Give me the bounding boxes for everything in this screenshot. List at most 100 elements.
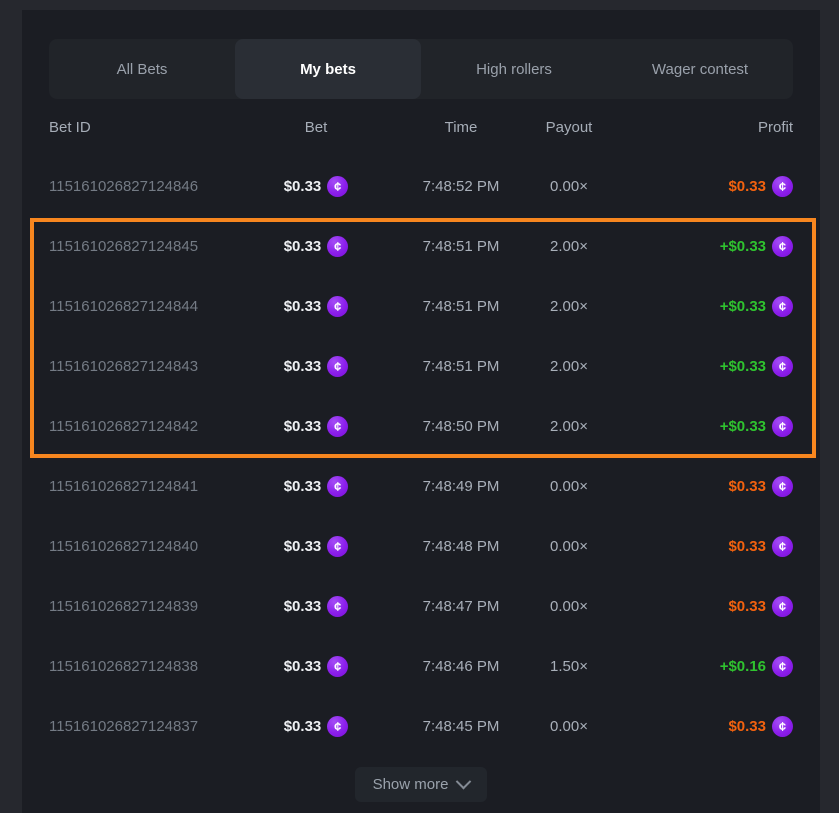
coin-cent-icon: ¢ [327, 416, 348, 437]
table-row[interactable]: 115161026827124839 $0.33 ¢ 7:48:47 PM 0.… [49, 576, 793, 636]
table-row[interactable]: 115161026827124843 $0.33 ¢ 7:48:51 PM 2.… [49, 336, 793, 396]
bet-amount: $0.33 [284, 478, 322, 495]
table-row[interactable]: 115161026827124844 $0.33 ¢ 7:48:51 PM 2.… [49, 276, 793, 336]
bet-id: 115161026827124837 [49, 718, 249, 735]
bet-amount-cell: $0.33 ¢ [249, 536, 383, 557]
bet-id: 115161026827124840 [49, 538, 249, 555]
bet-amount-cell: $0.33 ¢ [249, 236, 383, 257]
header-bet: Bet [249, 119, 383, 136]
bet-time: 7:48:46 PM [383, 658, 539, 675]
header-time: Time [383, 119, 539, 136]
table-row[interactable]: 115161026827124837 $0.33 ¢ 7:48:45 PM 0.… [49, 696, 793, 756]
coin-cent-icon: ¢ [772, 296, 793, 317]
bet-time: 7:48:50 PM [383, 418, 539, 435]
show-more-label: Show more [373, 776, 449, 793]
bet-amount: $0.33 [284, 178, 322, 195]
bet-time: 7:48:51 PM [383, 358, 539, 375]
bet-amount-cell: $0.33 ¢ [249, 416, 383, 437]
bet-profit-cell: $0.33 ¢ [599, 536, 793, 557]
bet-profit: $0.33 [728, 718, 766, 735]
bet-amount-cell: $0.33 ¢ [249, 656, 383, 677]
bet-amount-cell: $0.33 ¢ [249, 716, 383, 737]
bet-profit: +$0.33 [720, 298, 766, 315]
bet-amount: $0.33 [284, 418, 322, 435]
bet-profit-cell: +$0.16 ¢ [599, 656, 793, 677]
coin-cent-icon: ¢ [327, 356, 348, 377]
bet-amount: $0.33 [284, 238, 322, 255]
bets-panel: All Bets My bets High rollers Wager cont… [22, 10, 820, 813]
bet-profit-cell: +$0.33 ¢ [599, 236, 793, 257]
bet-profit: $0.33 [728, 478, 766, 495]
bet-time: 7:48:47 PM [383, 598, 539, 615]
bet-profit: $0.33 [728, 538, 766, 555]
table-body: 115161026827124846 $0.33 ¢ 7:48:52 PM 0.… [49, 156, 793, 756]
bet-payout: 2.00× [539, 358, 599, 375]
bet-payout: 0.00× [539, 718, 599, 735]
bet-id: 115161026827124846 [49, 178, 249, 195]
show-more-button[interactable]: Show more [355, 767, 488, 802]
show-more-container: Show more [49, 767, 793, 802]
bet-profit: +$0.33 [720, 238, 766, 255]
coin-cent-icon: ¢ [772, 176, 793, 197]
header-bet-id: Bet ID [49, 119, 249, 136]
bet-id: 115161026827124842 [49, 418, 249, 435]
chevron-down-icon [456, 774, 472, 790]
bet-profit: +$0.33 [720, 358, 766, 375]
header-profit: Profit [599, 119, 793, 136]
bet-amount: $0.33 [284, 598, 322, 615]
bet-profit-cell: +$0.33 ¢ [599, 356, 793, 377]
tab-high-rollers-label: High rollers [476, 61, 552, 78]
coin-cent-icon: ¢ [772, 416, 793, 437]
bet-profit-cell: $0.33 ¢ [599, 596, 793, 617]
bet-amount-cell: $0.33 ¢ [249, 296, 383, 317]
bet-amount-cell: $0.33 ¢ [249, 356, 383, 377]
tab-high-rollers[interactable]: High rollers [421, 39, 607, 99]
bet-payout: 2.00× [539, 298, 599, 315]
coin-cent-icon: ¢ [772, 596, 793, 617]
bet-time: 7:48:48 PM [383, 538, 539, 555]
tab-wager-contest[interactable]: Wager contest [607, 39, 793, 99]
bet-time: 7:48:51 PM [383, 298, 539, 315]
bet-id: 115161026827124843 [49, 358, 249, 375]
bet-payout: 1.50× [539, 658, 599, 675]
bet-profit: $0.33 [728, 598, 766, 615]
table-row[interactable]: 115161026827124838 $0.33 ¢ 7:48:46 PM 1.… [49, 636, 793, 696]
bet-payout: 2.00× [539, 418, 599, 435]
bet-payout: 0.00× [539, 598, 599, 615]
coin-cent-icon: ¢ [772, 476, 793, 497]
bet-profit-cell: +$0.33 ¢ [599, 416, 793, 437]
table-row[interactable]: 115161026827124846 $0.33 ¢ 7:48:52 PM 0.… [49, 156, 793, 216]
bet-id: 115161026827124838 [49, 658, 249, 675]
coin-cent-icon: ¢ [327, 596, 348, 617]
bet-amount-cell: $0.33 ¢ [249, 476, 383, 497]
bet-payout: 0.00× [539, 478, 599, 495]
bet-profit: $0.33 [728, 178, 766, 195]
bet-id: 115161026827124841 [49, 478, 249, 495]
bet-id: 115161026827124845 [49, 238, 249, 255]
coin-cent-icon: ¢ [327, 236, 348, 257]
bet-time: 7:48:51 PM [383, 238, 539, 255]
coin-cent-icon: ¢ [772, 656, 793, 677]
bet-time: 7:48:49 PM [383, 478, 539, 495]
bet-payout: 2.00× [539, 238, 599, 255]
tab-my-bets-label: My bets [300, 61, 356, 78]
bet-payout: 0.00× [539, 538, 599, 555]
bet-amount: $0.33 [284, 718, 322, 735]
tab-my-bets[interactable]: My bets [235, 39, 421, 99]
table-header-row: Bet ID Bet Time Payout Profit [49, 99, 793, 156]
table-row[interactable]: 115161026827124841 $0.33 ¢ 7:48:49 PM 0.… [49, 456, 793, 516]
bet-amount-cell: $0.33 ¢ [249, 596, 383, 617]
bet-profit-cell: $0.33 ¢ [599, 476, 793, 497]
bet-profit-cell: $0.33 ¢ [599, 176, 793, 197]
bet-amount: $0.33 [284, 538, 322, 555]
table-row[interactable]: 115161026827124842 $0.33 ¢ 7:48:50 PM 2.… [49, 396, 793, 456]
bet-payout: 0.00× [539, 178, 599, 195]
coin-cent-icon: ¢ [327, 176, 348, 197]
tab-all-bets[interactable]: All Bets [49, 39, 235, 99]
coin-cent-icon: ¢ [772, 716, 793, 737]
table-row[interactable]: 115161026827124845 $0.33 ¢ 7:48:51 PM 2.… [49, 216, 793, 276]
bet-time: 7:48:45 PM [383, 718, 539, 735]
table-row[interactable]: 115161026827124840 $0.33 ¢ 7:48:48 PM 0.… [49, 516, 793, 576]
bet-amount: $0.33 [284, 298, 322, 315]
bet-profit: +$0.33 [720, 418, 766, 435]
